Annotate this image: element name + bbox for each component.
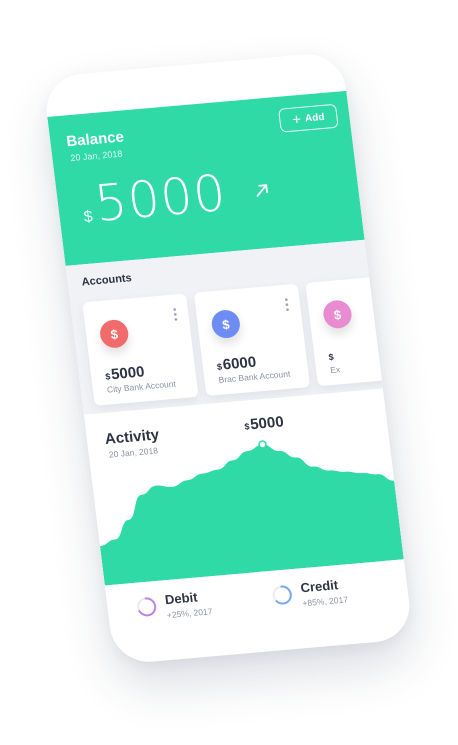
activity-value-amount: 5000 (249, 413, 285, 434)
legend-sub: +85%, 2017 (301, 594, 349, 609)
account-amount: $6000 (216, 354, 257, 374)
account-amount: $5000 (104, 363, 146, 384)
activity-highlight-point[interactable] (258, 440, 267, 449)
credit-ring-icon (272, 585, 292, 605)
balance-card: Balance 20 Jan, 2018 + Add $ 5000 (47, 90, 365, 266)
accounts-title: Accounts (80, 272, 133, 289)
activity-title: Activity (103, 426, 161, 448)
dollar-icon: $ (98, 318, 130, 349)
add-button[interactable]: + Add (278, 103, 339, 133)
legend-label: Credit (299, 577, 339, 596)
account-currency: $ (328, 351, 335, 363)
account-amount-value: 5000 (110, 363, 146, 384)
dollar-icon: $ (210, 308, 242, 340)
account-amount: $ (327, 347, 335, 364)
app-screen: Balance 20 Jan, 2018 + Add $ 5000 Accoun… (42, 51, 414, 665)
activity-chart (99, 440, 404, 586)
account-card-city-bank[interactable]: $ $5000 City Bank Account (82, 293, 199, 406)
stage: Balance 20 Jan, 2018 + Add $ 5000 Accoun… (0, 0, 458, 745)
legend-sub: +25%, 2017 (166, 606, 213, 621)
legend-credit: Credit +85%, 2017 (270, 576, 349, 610)
more-vertical-icon[interactable] (283, 296, 291, 312)
legend-label: Debit (164, 589, 199, 608)
balance-amount: $ 5000 (79, 164, 230, 234)
balance-title: Balance (65, 128, 125, 151)
arrow-up-right-icon[interactable] (253, 182, 271, 199)
activity-section: Activity 20 Jan, 2018 $5000 Debit +25%, … (83, 388, 414, 665)
account-amount-value: 6000 (221, 353, 258, 374)
balance-currency: $ (82, 208, 94, 227)
account-name: Ex (329, 364, 341, 376)
balance-date: 20 Jan, 2018 (69, 148, 123, 164)
account-card-partial[interactable]: $ $ Ex (305, 273, 414, 387)
dollar-icon: $ (321, 299, 354, 330)
more-vertical-icon[interactable] (171, 306, 179, 322)
activity-area (99, 444, 404, 586)
balance-value: 5000 (91, 163, 230, 233)
account-card-brac-bank[interactable]: $ $6000 Brac Bank Account (193, 283, 311, 396)
debit-ring-icon (137, 597, 157, 617)
activity-value: $5000 (243, 413, 285, 434)
add-button-label: Add (304, 111, 326, 124)
phone-frame: Balance 20 Jan, 2018 + Add $ 5000 Accoun… (42, 51, 414, 665)
plus-icon: + (291, 110, 303, 129)
accounts-section: Accounts $ $5000 City Bank Account $ $60… (65, 239, 414, 415)
legend-debit: Debit +25%, 2017 (134, 588, 213, 622)
